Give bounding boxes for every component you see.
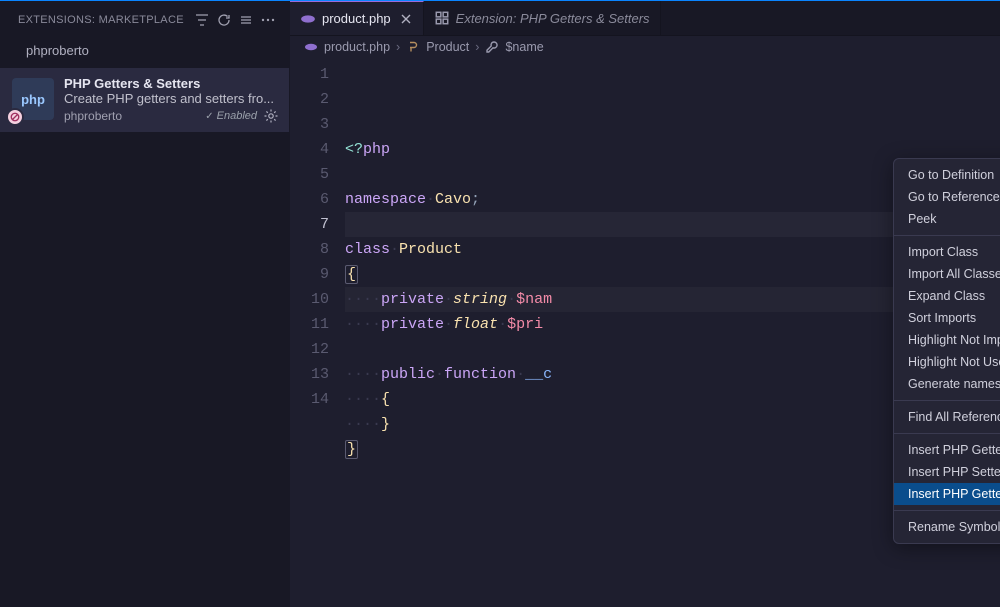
- extension-publisher: phproberto: [64, 109, 199, 123]
- line-number: 7: [290, 212, 329, 237]
- property-icon: [485, 40, 499, 54]
- context-menu-separator: [894, 433, 1000, 434]
- editor-tab[interactable]: Extension: PHP Getters & Setters: [424, 1, 661, 35]
- context-menu-label: Rename Symbol: [908, 520, 1000, 534]
- context-menu-item[interactable]: Go to DefinitionF12: [894, 164, 1000, 186]
- line-number: 5: [290, 162, 329, 187]
- php-file-icon: [304, 40, 318, 54]
- sync-ignored-badge-icon: [6, 108, 24, 126]
- context-menu-label: Highlight Not Imported Classes: [908, 333, 1000, 347]
- extensions-search[interactable]: phproberto: [0, 39, 289, 68]
- line-number: 2: [290, 87, 329, 112]
- context-menu-item[interactable]: Insert PHP Setter: [894, 461, 1000, 483]
- context-menu-item[interactable]: Import All ClassesCtrl+Alt+A: [894, 263, 1000, 285]
- gear-icon[interactable]: [263, 108, 279, 124]
- search-input-value: phproberto: [26, 43, 89, 58]
- extension-icon: php: [12, 78, 54, 120]
- extension-description: Create PHP getters and setters fro...: [64, 91, 279, 106]
- context-menu-item[interactable]: Peek›: [894, 208, 1000, 230]
- filter-icon[interactable]: [191, 9, 213, 31]
- chevron-right-icon: ›: [396, 40, 400, 54]
- context-menu-item[interactable]: Insert PHP Getter & Setter: [894, 483, 1000, 505]
- extension-icon-label: php: [21, 92, 45, 107]
- context-menu-label: Import All Classes: [908, 267, 1000, 281]
- tab-label: product.php: [322, 11, 391, 26]
- line-number: 1: [290, 62, 329, 87]
- context-menu-item[interactable]: Go to ReferencesShift+F12: [894, 186, 1000, 208]
- extension-list-item[interactable]: php PHP Getters & Setters Create PHP get…: [0, 68, 289, 132]
- line-number: 12: [290, 337, 329, 362]
- context-menu-separator: [894, 510, 1000, 511]
- line-number: 4: [290, 137, 329, 162]
- line-number: 13: [290, 362, 329, 387]
- extension-status: Enabled: [205, 110, 257, 122]
- breadcrumb[interactable]: product.php › Product › $name: [290, 36, 1000, 58]
- breadcrumb-member: $name: [505, 40, 543, 54]
- line-number: 11: [290, 312, 329, 337]
- context-menu-item[interactable]: Insert PHP Getter: [894, 439, 1000, 461]
- context-menu-label: Insert PHP Setter: [908, 465, 1000, 479]
- context-menu-label: Go to Definition: [908, 168, 1000, 182]
- context-menu-item[interactable]: Generate namespace for this fileCtrl+Alt…: [894, 373, 1000, 395]
- line-number: 14: [290, 387, 329, 412]
- context-menu-item[interactable]: Expand ClassCtrl+Alt+E: [894, 285, 1000, 307]
- context-menu-item[interactable]: Rename SymbolF2: [894, 516, 1000, 538]
- context-menu-separator: [894, 235, 1000, 236]
- context-menu-item[interactable]: Import ClassCtrl+Alt+I: [894, 241, 1000, 263]
- breadcrumb-class: Product: [426, 40, 469, 54]
- context-menu-label: Import Class: [908, 245, 1000, 259]
- context-menu-label: Highlight Not Used Classes: [908, 355, 1000, 369]
- context-menu-label: Go to References: [908, 190, 1000, 204]
- editor-tab[interactable]: product.php: [290, 1, 424, 35]
- clear-icon[interactable]: [235, 9, 257, 31]
- more-icon[interactable]: [257, 9, 279, 31]
- extension-name: PHP Getters & Setters: [64, 76, 279, 91]
- editor-context-menu: Go to DefinitionF12Go to ReferencesShift…: [893, 158, 1000, 544]
- sidebar-header: EXTENSIONS: MARKETPLACE: [0, 1, 289, 39]
- refresh-icon[interactable]: [213, 9, 235, 31]
- context-menu-label: Insert PHP Getter: [908, 443, 1000, 457]
- line-number: 8: [290, 237, 329, 262]
- extension-tab-icon: [434, 10, 450, 26]
- sidebar-title: EXTENSIONS: MARKETPLACE: [18, 14, 191, 26]
- context-menu-label: Insert PHP Getter & Setter: [908, 487, 1000, 501]
- line-number: 6: [290, 187, 329, 212]
- context-menu-label: Generate namespace for this file: [908, 377, 1000, 391]
- editor-area: product.php Extension: PHP Getters & Sett…: [290, 1, 1000, 607]
- context-menu-separator: [894, 400, 1000, 401]
- context-menu-item[interactable]: Sort ImportsCtrl+Alt+S: [894, 307, 1000, 329]
- context-menu-label: Sort Imports: [908, 311, 1000, 325]
- line-number: 9: [290, 262, 329, 287]
- php-file-icon: [300, 11, 316, 27]
- tab-label: Extension: PHP Getters & Setters: [456, 11, 650, 26]
- chevron-right-icon: ›: [475, 40, 479, 54]
- context-menu-item[interactable]: Highlight Not Imported ClassesCtrl+Alt+N: [894, 329, 1000, 351]
- close-icon[interactable]: [399, 12, 413, 26]
- context-menu-label: Peek: [908, 212, 1000, 226]
- class-icon: [406, 40, 420, 54]
- breadcrumb-file: product.php: [324, 40, 390, 54]
- context-menu-label: Find All References: [908, 410, 1000, 424]
- context-menu-item[interactable]: Find All ReferencesShift+Alt+F12: [894, 406, 1000, 428]
- extensions-sidebar: EXTENSIONS: MARKETPLACE phproberto php: [0, 1, 290, 607]
- editor-tabs: product.php Extension: PHP Getters & Sett…: [290, 1, 1000, 36]
- context-menu-item[interactable]: Highlight Not Used ClassesCtrl+Alt+U: [894, 351, 1000, 373]
- line-number: 3: [290, 112, 329, 137]
- line-number: 10: [290, 287, 329, 312]
- context-menu-label: Expand Class: [908, 289, 1000, 303]
- line-number-gutter: 1234567891011121314: [290, 58, 345, 607]
